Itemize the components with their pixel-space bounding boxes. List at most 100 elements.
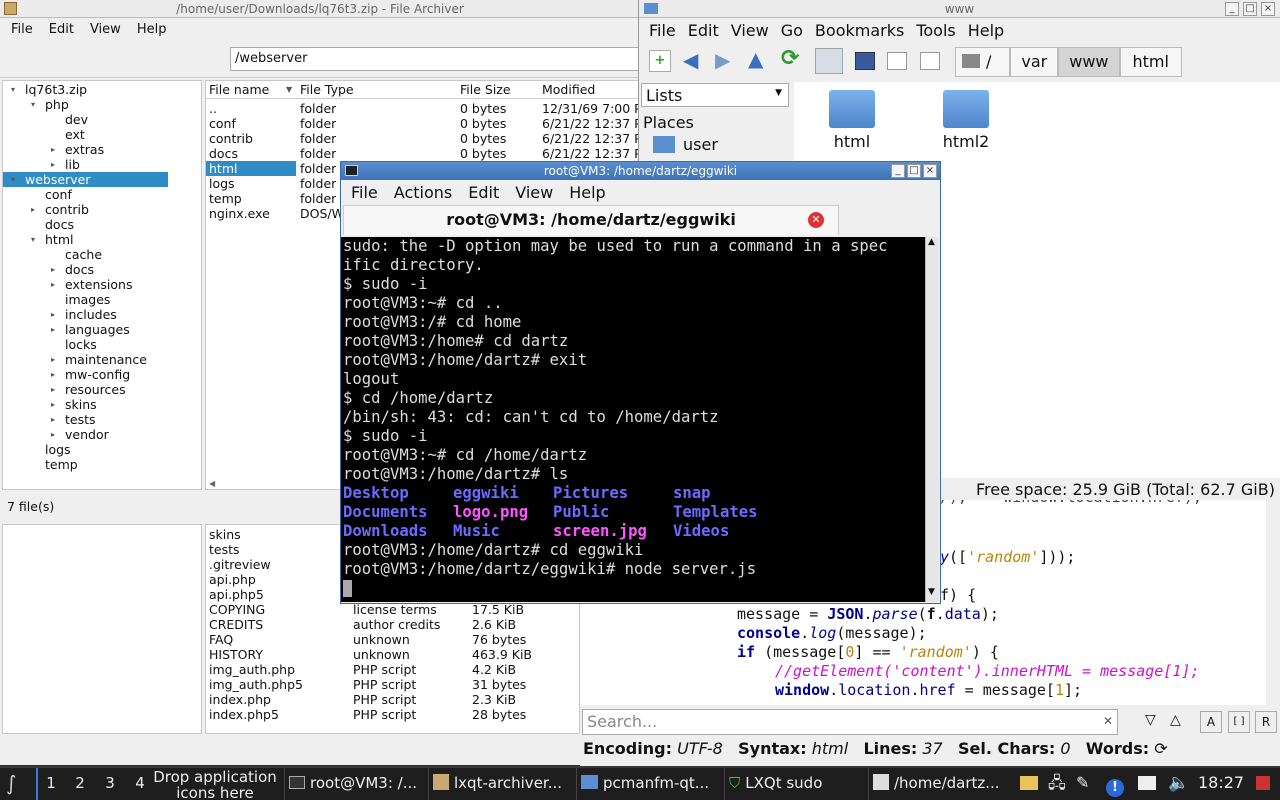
scroll-up-icon[interactable]: ▲ — [928, 237, 935, 247]
terminal-tab[interactable]: root@VM3: /home/dartz/eggwiki ✕ — [343, 205, 839, 235]
archiver-menu-file[interactable]: File — [3, 22, 41, 37]
collapsed-arrow-icon[interactable]: ▸ — [51, 157, 55, 172]
fm-side-dropdown[interactable]: Lists ▼ — [641, 83, 789, 107]
tree-item[interactable]: ▸ vendor — [3, 427, 201, 442]
tree-item[interactable]: cache — [3, 247, 201, 262]
table-row[interactable]: CREDITS author credits 2.6 KiB — [206, 617, 579, 632]
tree-item[interactable]: ▾ webserver — [3, 172, 168, 187]
crumb-www[interactable]: www — [1058, 47, 1120, 77]
collapsed-arrow-icon[interactable]: ▸ — [51, 427, 55, 442]
task-sudo[interactable]: ⛉ LXQt sudo — [724, 768, 864, 800]
tree-item[interactable]: docs — [3, 217, 201, 232]
folder-tree[interactable]: ▾ lq76t3.zip ▾ php dev ext ▸ extras ▸ lib ▾ webserv… — [2, 80, 202, 490]
tree-item[interactable]: conf — [3, 187, 201, 202]
up-icon[interactable]: ▲ — [748, 47, 763, 71]
tree-item[interactable]: ▸ extras — [3, 142, 201, 157]
crumb-var[interactable]: var — [1010, 47, 1059, 77]
desktop-1[interactable]: 1 — [36, 768, 64, 800]
tree-item[interactable]: ▸ mw-config — [3, 367, 201, 382]
find-next-icon[interactable]: ▽ — [1145, 712, 1156, 728]
tree-item[interactable]: dev — [3, 112, 201, 127]
maximize-button[interactable]: □ — [907, 164, 921, 178]
term-menu-help[interactable]: Help — [561, 183, 613, 202]
minimize-button[interactable]: _ — [1225, 2, 1239, 16]
expanded-arrow-icon[interactable]: ▾ — [31, 232, 35, 247]
regex-icon[interactable]: R — [1255, 711, 1277, 733]
compact-view-icon[interactable] — [887, 52, 907, 70]
term-menu-actions[interactable]: Actions — [386, 183, 460, 202]
collapsed-arrow-icon[interactable]: ▸ — [51, 352, 55, 367]
collapsed-arrow-icon[interactable]: ▸ — [31, 202, 35, 217]
table-row[interactable]: FAQ unknown 76 bytes — [206, 632, 579, 647]
tree-item[interactable]: temp — [3, 457, 201, 472]
archiver-titlebar[interactable]: /home/user/Downloads/lq76t3.zip - File A… — [0, 0, 640, 18]
collapsed-arrow-icon[interactable]: ▸ — [51, 142, 55, 157]
fm-menu-go[interactable]: Go — [775, 21, 809, 40]
collapsed-arrow-icon[interactable]: ▸ — [51, 277, 55, 292]
info-icon[interactable]: ! — [1106, 768, 1128, 800]
place-user[interactable]: user — [653, 135, 718, 154]
crumb-html[interactable]: html — [1119, 47, 1182, 77]
search-input[interactable]: Search... ✕ — [582, 709, 1118, 735]
collapsed-arrow-icon[interactable]: ▸ — [51, 397, 55, 412]
archiver-menu-help[interactable]: Help — [129, 22, 175, 37]
expanded-arrow-icon[interactable]: ▾ — [11, 172, 15, 187]
table-row[interactable]: contrib folder 0 bytes 6/21/22 12:37 P — [206, 131, 642, 146]
fm-menu-help[interactable]: Help — [962, 21, 1010, 40]
tree-item[interactable]: ▸ lib — [3, 157, 201, 172]
folder-item-html[interactable]: html — [822, 90, 882, 151]
desktop-icon[interactable] — [1138, 768, 1160, 800]
expanded-arrow-icon[interactable]: ▾ — [31, 97, 35, 112]
clock[interactable]: 18:27 — [1198, 768, 1248, 800]
detail-view-icon[interactable] — [920, 52, 940, 70]
new-tab-icon[interactable]: + — [649, 50, 671, 72]
scroll-down-icon[interactable]: ▼ — [928, 587, 935, 597]
tree-item[interactable]: ▾ html — [3, 232, 201, 247]
table-row[interactable]: img_auth.php5 PHP script 31 bytes — [206, 677, 579, 692]
table-row[interactable]: HISTORY unknown 463.9 KiB — [206, 647, 579, 662]
col-file-type[interactable]: File Type — [300, 81, 354, 99]
terminal-scrollbar[interactable]: ▲ ▼ — [925, 237, 939, 602]
tray-folder-icon[interactable] — [1020, 768, 1042, 800]
term-menu-view[interactable]: View — [507, 183, 561, 202]
network-icon[interactable]: 🖧 — [1048, 768, 1070, 800]
back-icon[interactable]: ◀ — [683, 48, 698, 72]
fm-menu-file[interactable]: File — [645, 21, 682, 40]
tree-item[interactable]: ▸ extensions — [3, 277, 201, 292]
crumb-root[interactable]: / — [955, 47, 1011, 77]
terminal-titlebar[interactable]: root@VM3: /home/dartz/eggwiki _ □ × — [341, 162, 940, 180]
table-row[interactable]: index.php PHP script 2.3 KiB — [206, 692, 579, 707]
tree-item[interactable]: ▸ skins — [3, 397, 201, 412]
path-field[interactable]: /webserver — [230, 47, 640, 71]
whole-word-icon[interactable]: [ ] — [1228, 711, 1250, 733]
fm-menu-bookmarks[interactable]: Bookmarks — [809, 21, 910, 40]
tree-item[interactable]: ▸ docs — [3, 262, 201, 277]
lower-tree[interactable] — [2, 524, 202, 734]
clear-icon[interactable]: ✕ — [1103, 714, 1113, 728]
volume-icon[interactable]: 🔈 — [1168, 768, 1190, 800]
desktop-3[interactable]: 3 — [96, 768, 124, 800]
expanded-arrow-icon[interactable]: ▾ — [11, 82, 15, 97]
table-row[interactable]: html folder — [206, 161, 336, 176]
tree-item[interactable]: logs — [3, 442, 201, 457]
col-file-name[interactable]: File name — [209, 81, 269, 99]
minimize-button[interactable]: _ — [891, 164, 905, 178]
collapsed-arrow-icon[interactable]: ▸ — [51, 382, 55, 397]
tree-item[interactable]: ext — [3, 127, 201, 142]
close-tab-icon[interactable]: ✕ — [808, 212, 824, 228]
tree-item[interactable]: images — [3, 292, 201, 307]
task-filemanager[interactable]: pcmanfm-qt... — [576, 768, 720, 800]
table-row[interactable]: docs folder 0 bytes 6/21/22 12:37 P — [206, 146, 642, 161]
task-editor[interactable]: /home/dartz... — [868, 768, 1012, 800]
desktop-2[interactable]: 2 — [66, 768, 94, 800]
fm-menu-edit[interactable]: Edit — [682, 21, 725, 40]
refresh-icon[interactable]: ⟳ — [1154, 739, 1167, 758]
fm-menu-view[interactable]: View — [725, 21, 775, 40]
reload-icon[interactable]: ⟳ — [781, 46, 799, 71]
collapsed-arrow-icon[interactable]: ▸ — [51, 412, 55, 427]
clipboard-icon[interactable]: ✎ — [1076, 768, 1098, 800]
start-menu-icon[interactable]: ∫ — [6, 768, 28, 800]
scroll-left-icon[interactable]: ◀ — [209, 479, 215, 488]
table-row[interactable]: index.php5 PHP script 28 bytes — [206, 707, 579, 722]
terminal-screen[interactable]: sudo: the -D option may be used to run a… — [341, 237, 925, 602]
